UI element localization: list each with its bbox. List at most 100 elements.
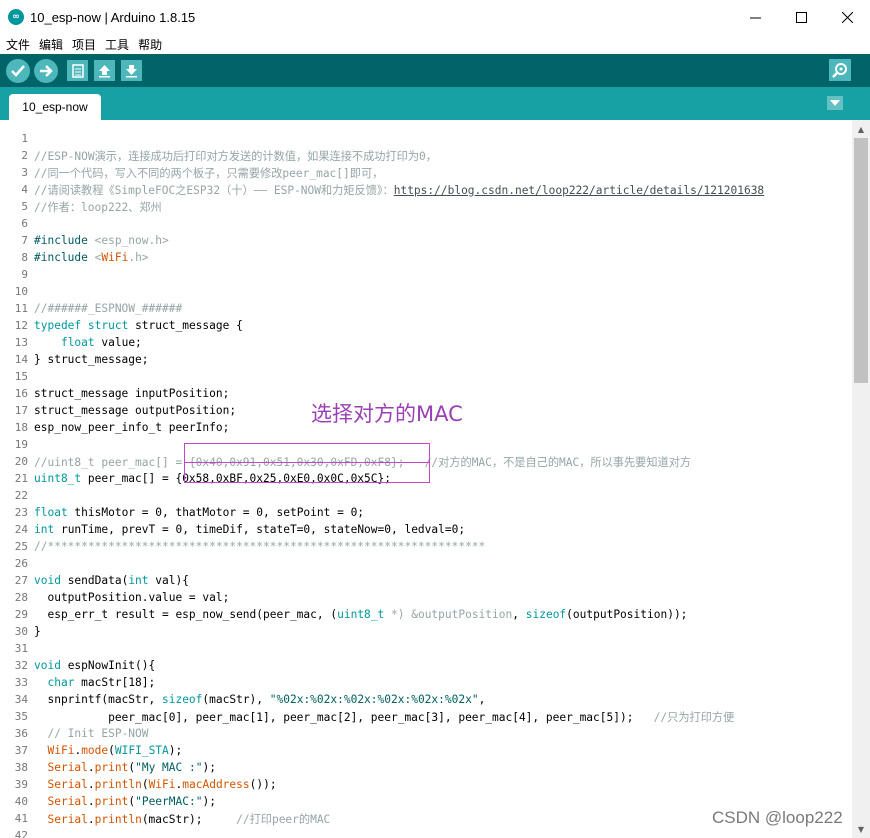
line-number: 22 [14, 489, 28, 502]
line-number: 13 [14, 336, 28, 349]
code-line: 42 [0, 827, 852, 838]
code-token: macStr[18]; [74, 676, 156, 689]
code-token: void [34, 574, 61, 587]
upload-button[interactable] [34, 59, 58, 83]
code-token: ( [108, 744, 115, 757]
code-text: snprintf(macStr, sizeof(macStr), "%02x:%… [34, 693, 485, 706]
line-number: 26 [14, 557, 28, 570]
code-token: "My MAC :" [135, 761, 203, 774]
code-token: WiFi [148, 778, 176, 791]
menu-file[interactable]: 文件 [6, 36, 30, 53]
code-token: . [87, 812, 95, 826]
code-line: 28 outputPosition.value = val; [0, 589, 852, 606]
code-token: struct [87, 319, 129, 332]
code-token: struct_message { [128, 319, 243, 332]
line-number: 42 [14, 829, 28, 838]
code-token: peer_mac[0], peer_mac[1], peer_mac[2], p… [34, 710, 654, 724]
open-button[interactable] [94, 60, 115, 81]
line-number: 41 [14, 812, 28, 825]
code-token: ( [141, 778, 149, 791]
code-line: 9 [0, 266, 852, 283]
code-line: 31 [0, 640, 852, 657]
verify-button[interactable] [6, 59, 30, 83]
code-text: char macStr[18]; [34, 676, 155, 689]
line-number: 32 [14, 659, 28, 672]
menu-sketch[interactable]: 项目 [72, 36, 96, 53]
scroll-down-button[interactable]: ▼ [852, 820, 870, 838]
code-line: 26 [0, 555, 852, 572]
scroll-down-icon: ▼ [857, 824, 865, 834]
code-token: runTime, prevT = 0, timeDif, stateT=0, s… [54, 523, 466, 536]
code-line: 29 esp_err_t result = esp_now_send(peer_… [0, 606, 852, 623]
code-text: int runTime, prevT = 0, timeDif, stateT=… [34, 523, 465, 536]
line-number: 6 [21, 217, 28, 230]
code-line: 4 //请阅读教程《SimpleFOC之ESP32（十）—— ESP-NOW和力矩… [0, 181, 852, 198]
serial-monitor-button[interactable] [829, 59, 851, 81]
code-token: #include [34, 251, 95, 264]
code-text: } [34, 625, 41, 638]
code-line: 35 peer_mac[0], peer_mac[1], peer_mac[2]… [0, 708, 852, 725]
code-line: 10 [0, 283, 852, 300]
vertical-scrollbar[interactable] [852, 138, 870, 838]
code-token: typedef [34, 319, 82, 332]
line-number: 23 [14, 506, 28, 519]
line-number: 38 [14, 761, 28, 774]
code-line: 36 // Init ESP-NOW [0, 725, 852, 742]
code-text: float thisMotor = 0, thatMotor = 0, setP… [34, 506, 364, 519]
scroll-up-icon: ▲ [857, 124, 865, 134]
code-line: 13 float value; [0, 334, 852, 351]
line-number: 19 [14, 438, 28, 451]
close-button[interactable] [824, 0, 870, 34]
line-number: 35 [14, 710, 28, 723]
code-text: } struct_message; [34, 353, 149, 366]
save-button[interactable] [121, 60, 142, 81]
open-icon [99, 64, 110, 77]
scroll-thumb[interactable] [854, 138, 868, 383]
menu-edit[interactable]: 编辑 [39, 36, 63, 53]
code-text: struct_message outputPosition; [34, 404, 236, 417]
line-number: 17 [14, 404, 28, 417]
code-token: //同一个代码，写入不同的两个板子，只需要修改peer_mac[]即可， [34, 166, 384, 180]
code-token: macAddress [182, 778, 250, 791]
code-text: esp_err_t result = esp_now_send(peer_mac… [34, 608, 687, 621]
menu-tools[interactable]: 工具 [105, 36, 129, 53]
scroll-up-button[interactable]: ▲ [852, 120, 870, 138]
code-text: typedef struct struct_message { [34, 319, 243, 332]
menu-help[interactable]: 帮助 [138, 36, 162, 53]
code-text: void sendData(int val){ [34, 574, 189, 587]
maximize-icon [795, 11, 807, 23]
line-number: 3 [21, 166, 28, 179]
code-token[interactable]: https://blog.csdn.net/loop222/article/de… [394, 184, 764, 197]
minimize-button[interactable] [732, 0, 778, 34]
code-token: , [478, 693, 486, 706]
code-line: 23 float thisMotor = 0, thatMotor = 0, se… [0, 504, 852, 521]
code-text: void espNowInit(){ [34, 659, 155, 672]
code-text: Serial.println(macStr); //打印peer的MAC [34, 811, 330, 827]
code-token: uint8_t [34, 472, 82, 485]
code-token: . [87, 778, 95, 791]
serial-monitor-icon [832, 63, 847, 78]
annotation-box-divider [184, 443, 430, 463]
tab-10-esp-now[interactable]: 10_esp-now [9, 94, 101, 120]
code-text: outputPosition.value = val; [34, 591, 229, 604]
minimize-icon [749, 17, 761, 18]
code-token: WiFi [47, 744, 75, 757]
line-number: 9 [21, 268, 28, 281]
maximize-button[interactable] [778, 0, 824, 34]
code-line: 37 WiFi.mode(WIFI_STA); [0, 742, 852, 759]
line-number: 18 [14, 421, 28, 434]
code-line: 3 //同一个代码，写入不同的两个板子，只需要修改peer_mac[]即可， [0, 164, 852, 181]
new-button[interactable] [67, 60, 88, 81]
tab-menu-button[interactable] [827, 96, 843, 110]
code-line: 38 Serial.print("My MAC :"); [0, 759, 852, 776]
code-token: println [94, 778, 142, 791]
code-token: mode [81, 744, 109, 757]
code-token: struct_message outputPosition; [34, 404, 237, 417]
code-line: 11 //######_ESPNOW_###### [0, 300, 852, 317]
code-text: //######_ESPNOW_###### [34, 302, 182, 315]
code-token: int [34, 523, 55, 536]
